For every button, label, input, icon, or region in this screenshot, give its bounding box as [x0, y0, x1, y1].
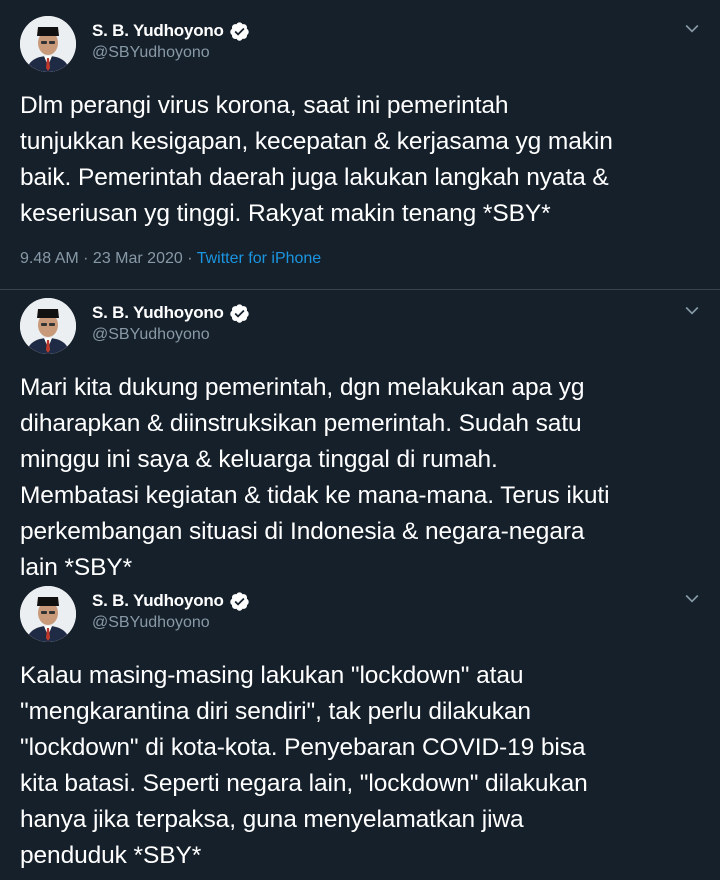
author-row: S. B. Yudhoyono: [92, 20, 250, 42]
meta-separator: ·: [182, 250, 197, 267]
author-row: S. B. Yudhoyono: [92, 302, 250, 324]
verified-badge-icon: [230, 591, 249, 611]
tweet-source-link[interactable]: Twitter for iPhone: [197, 250, 322, 267]
tweet-text: Mari kita dukung pemerintah, dgn melakuk…: [20, 374, 610, 581]
handle[interactable]: @SBYudhoyono: [92, 44, 210, 62]
handle[interactable]: @SBYudhoyono: [92, 326, 210, 344]
tweet[interactable]: S. B. Yudhoyono @SBYudhoyono Kalau masin…: [0, 570, 720, 880]
author-row: S. B. Yudhoyono: [92, 590, 250, 612]
verified-badge-icon: [230, 21, 249, 41]
avatar[interactable]: [20, 16, 76, 72]
avatar-image: [20, 586, 76, 642]
display-name[interactable]: S. B. Yudhoyono: [92, 591, 224, 611]
display-name[interactable]: S. B. Yudhoyono: [92, 21, 224, 41]
avatar[interactable]: [20, 298, 76, 354]
avatar-image: [20, 298, 76, 354]
avatar-image: [20, 16, 76, 72]
display-name[interactable]: S. B. Yudhoyono: [92, 303, 224, 323]
chevron-down-icon[interactable]: [682, 588, 702, 608]
tweet-text: Dlm perangi virus korona, saat ini pemer…: [20, 92, 613, 227]
avatar[interactable]: [20, 586, 76, 642]
handle[interactable]: @SBYudhoyono: [92, 614, 210, 632]
chevron-down-icon[interactable]: [682, 300, 702, 320]
tweet[interactable]: S. B. Yudhoyono @SBYudhoyono Dlm perangi…: [0, 0, 720, 289]
chevron-down-icon[interactable]: [682, 18, 702, 38]
verified-badge-icon: [230, 303, 249, 323]
tweet-meta: 9.48 AM · 23 Mar 2020 · Twitter for iPho…: [20, 250, 321, 268]
tweet-time[interactable]: 9.48 AM: [20, 250, 79, 267]
tweet-text: Kalau masing-masing lakukan "lockdown" a…: [20, 662, 588, 869]
tweet[interactable]: S. B. Yudhoyono @SBYudhoyono Mari kita d…: [0, 282, 720, 584]
tweet-date[interactable]: 23 Mar 2020: [93, 250, 183, 267]
meta-separator: ·: [78, 250, 93, 267]
tweet-feed: S. B. Yudhoyono @SBYudhoyono Dlm perangi…: [0, 0, 720, 880]
